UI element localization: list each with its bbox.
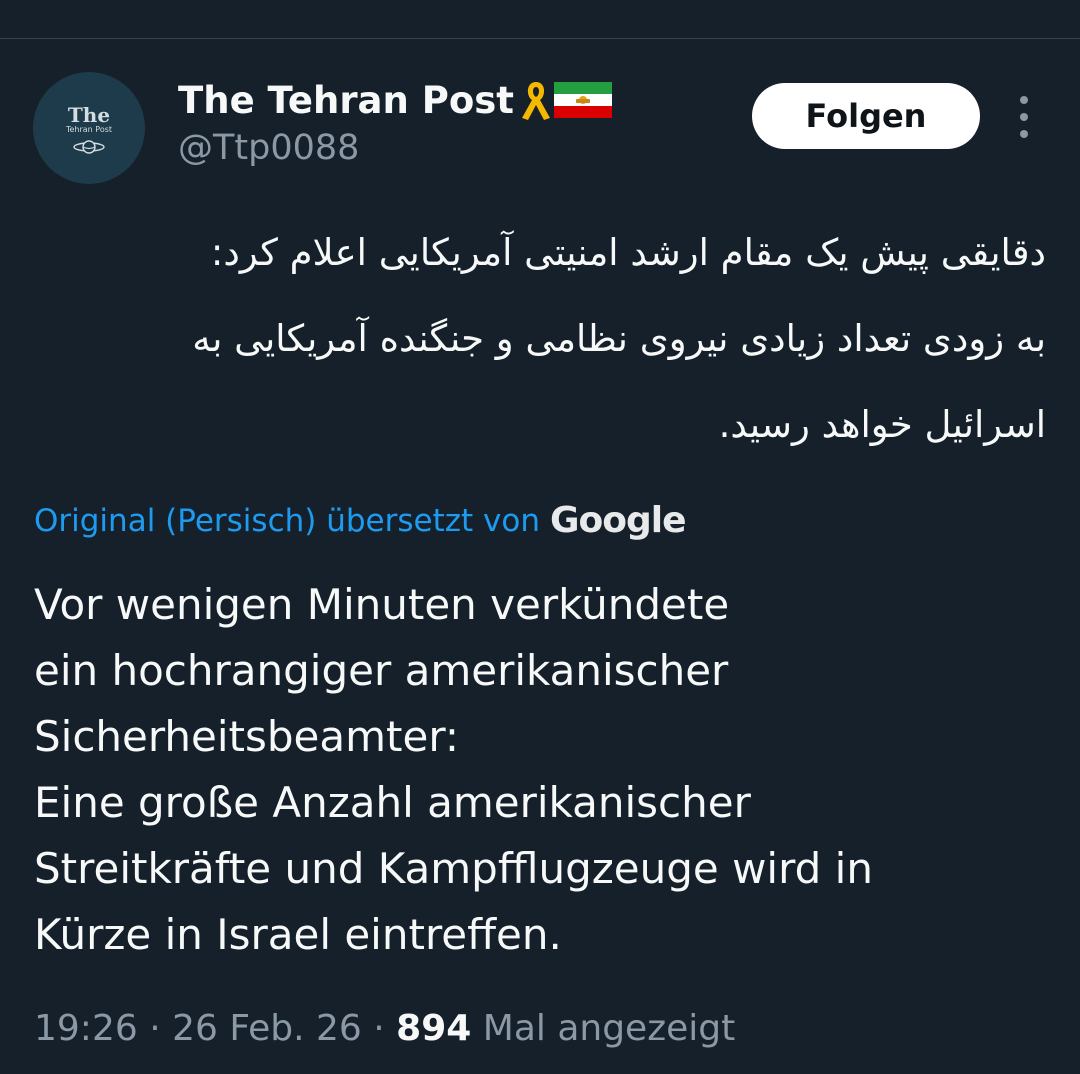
more-options-icon[interactable]: [1010, 96, 1038, 138]
user-handle[interactable]: @Ttp0088: [178, 128, 359, 168]
views-label: Mal angezeigt: [482, 1008, 736, 1049]
meta-separator: ·: [149, 1008, 161, 1049]
translated-line: Eine große Anzahl amerikanischer: [34, 778, 751, 827]
yellow-ribbon-icon: [522, 82, 550, 120]
iran-lion-sun-flag-icon: [554, 82, 612, 118]
original-line: اسرائیل خواهد رسید.: [718, 403, 1046, 446]
tweet-time[interactable]: 19:26: [34, 1008, 138, 1049]
top-divider: [0, 38, 1080, 39]
avatar-logo-text: The: [67, 102, 111, 127]
avatar-logo-subtext: Tehran Post: [65, 124, 113, 134]
translated-line: Streitkräfte und Kampfflugzeuge wird in: [34, 844, 873, 893]
follow-button[interactable]: Folgen: [752, 83, 980, 149]
views-count: 894: [396, 1008, 472, 1049]
translated-line: Sicherheitsbeamter:: [34, 712, 460, 761]
translated-line: ein hochrangiger amerikanischer: [34, 646, 729, 695]
tweet-date[interactable]: 26 Feb. 26: [172, 1008, 362, 1049]
original-line: به زودی تعداد زیادی نیروی نظامی و جنگنده…: [192, 317, 1046, 360]
tweet-meta: 19:26 · 26 Feb. 26 · 894 Mal angezeigt: [34, 1008, 735, 1049]
planet-logo-icon: [73, 139, 105, 154]
original-line: دقایقی پیش یک مقام ارشد امنیتی آمریکایی …: [210, 231, 1046, 274]
display-name-text: The Tehran Post: [178, 78, 514, 122]
avatar[interactable]: The Tehran Post: [33, 72, 145, 184]
google-logo: Google: [549, 500, 687, 541]
display-name[interactable]: The Tehran Post: [178, 78, 612, 122]
translation-label[interactable]: Original (Persisch) übersetzt von: [34, 503, 540, 539]
translated-line: Kürze in Israel eintreffen.: [34, 910, 562, 959]
meta-separator: ·: [373, 1008, 385, 1049]
translated-line: Vor wenigen Minuten verkündete: [34, 580, 730, 629]
tweet-translated-text: Vor wenigen Minuten verkündete ein hochr…: [34, 572, 1034, 968]
tweet-original-text: دقایقی پیش یک مقام ارشد امنیتی آمریکایی …: [34, 210, 1046, 468]
translation-note[interactable]: Original (Persisch) übersetzt von Google: [34, 500, 687, 541]
